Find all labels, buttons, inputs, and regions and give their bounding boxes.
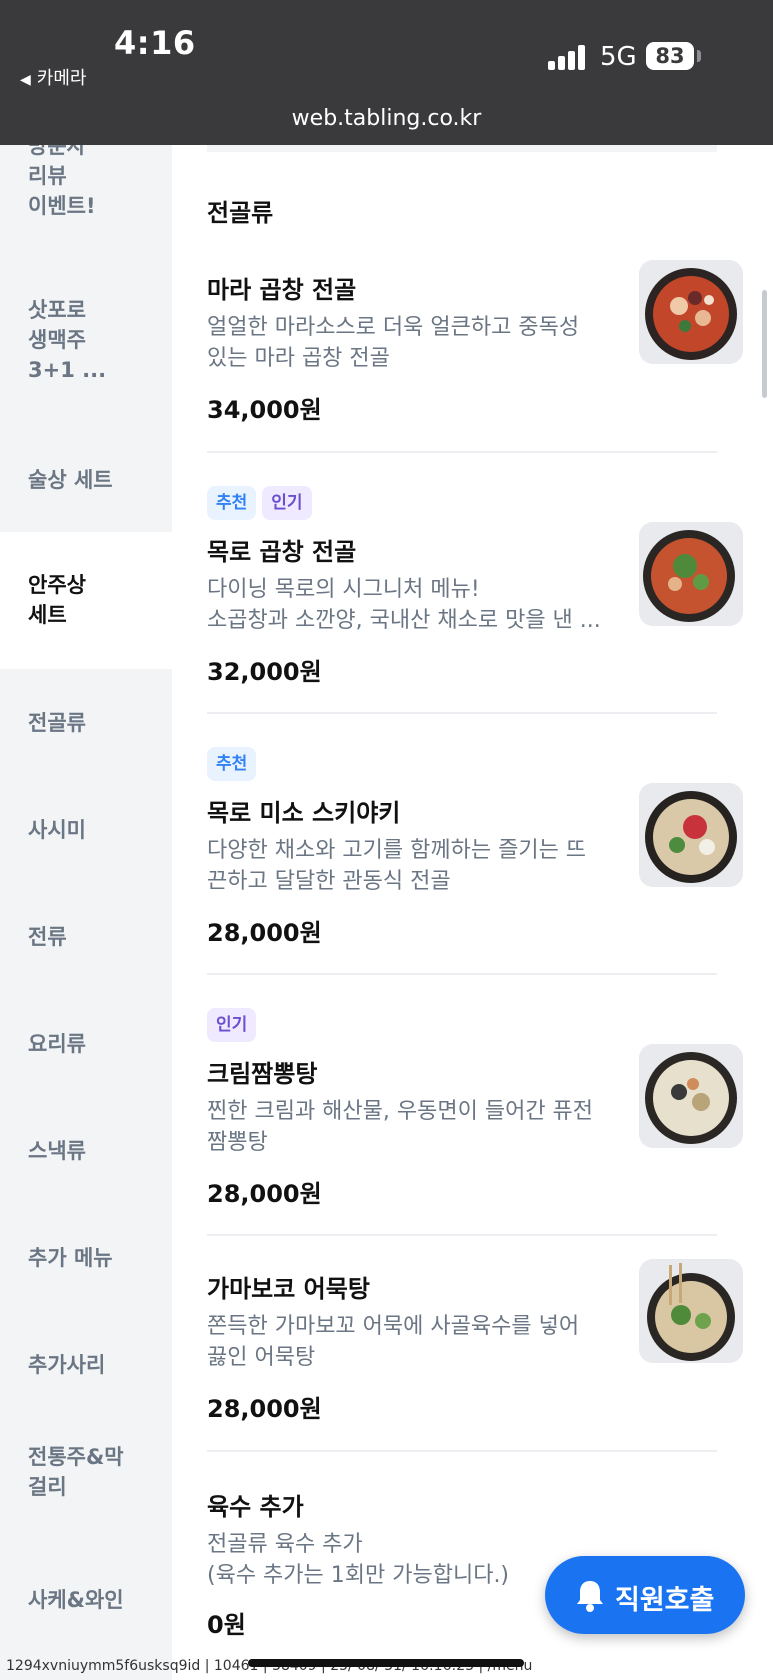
sidebar-item-label: 사시미 xyxy=(28,818,86,842)
status-bar: 4:16 ◀ 카메라 5G 83 web.tabling.co.kr xyxy=(0,0,773,145)
sidebar-item-label: 전골류 xyxy=(28,711,86,735)
sidebar-item-label: 술상 세트 xyxy=(28,468,113,492)
cream-jjamppong-image xyxy=(639,1044,743,1148)
menu-item[interactable]: 인기 크림짬뽕탕 찐한 크림과 해산물, 우동면이 들어간 퓨전 짬뽕탕 28,0… xyxy=(207,1008,743,1208)
battery-tip xyxy=(697,50,701,62)
url-bar[interactable]: web.tabling.co.kr xyxy=(0,106,773,131)
status-time: 4:16 xyxy=(114,24,196,62)
item-divider xyxy=(207,712,717,714)
sidebar-item-label: 세트 xyxy=(28,603,67,627)
sidebar-item-extra-menu[interactable]: 추가 메뉴 xyxy=(0,1243,172,1273)
sidebar-item-label: 추가 메뉴 xyxy=(28,1246,113,1270)
menu-item[interactable]: 마라 곱창 전골 얼얼한 마라소스로 더욱 얼큰하고 중독성 있는 마라 곱창 전… xyxy=(207,260,743,430)
sidebar-item-label: 걸리 xyxy=(28,1475,67,1499)
sidebar-item-label: 전류 xyxy=(28,925,67,949)
sidebar-item-drink-set[interactable]: 술상 세트 xyxy=(0,465,172,505)
sidebar-item-snacks[interactable]: 스낵류 xyxy=(0,1136,172,1166)
menu-item[interactable]: 추천 목로 미소 스키야키 다양한 채소와 고기를 함께하는 즐기는 뜨 끈하고 … xyxy=(207,747,743,947)
sidebar-item-label: 전통주&막 xyxy=(28,1445,124,1469)
sidebar-item-label: 스낵류 xyxy=(28,1139,86,1163)
bell-icon xyxy=(577,1581,603,1612)
menu-item-name: 가마보코 어묵탕 xyxy=(207,1275,370,1303)
badge-group: 추천 xyxy=(207,747,262,781)
network-type: 5G xyxy=(600,42,637,72)
sidebar-item-label: 안주상 xyxy=(28,573,86,597)
item-divider xyxy=(207,1450,717,1452)
mala-gopchang-image xyxy=(639,260,743,364)
signal-icon xyxy=(548,44,588,70)
recommended-badge: 추천 xyxy=(207,486,257,520)
menu-item-description: 찐한 크림과 해산물, 우동면이 들어간 퓨전 짬뽕탕 xyxy=(207,1099,594,1155)
popular-badge: 인기 xyxy=(207,1008,257,1042)
sidebar-item-jeon[interactable]: 전류 xyxy=(0,922,172,952)
badge-group: 인기 xyxy=(207,1008,262,1042)
back-label: 카메라 xyxy=(36,68,87,89)
sidebar-item-label: 생맥주 xyxy=(28,328,86,352)
sidebar-item-traditional-liquor[interactable]: 전통주&막 걸리 xyxy=(0,1442,172,1502)
menu-item[interactable]: 가마보코 어묵탕 쫀득한 가마보꼬 어묵에 사골육수를 넣어 끓인 어묵탕 28,… xyxy=(207,1259,743,1429)
menu-item-name: 크림짬뽕탕 xyxy=(207,1060,318,1088)
menu-item-name: 마라 곱창 전골 xyxy=(207,276,357,304)
menu-item-name: 육수 추가 xyxy=(207,1493,304,1521)
sidebar-item-extra-sari[interactable]: 추가사리 xyxy=(0,1350,172,1380)
menu-item-price: 28,000원 xyxy=(207,1395,322,1423)
menu-item-price: 0원 xyxy=(207,1611,246,1639)
menu-item-price: 32,000원 xyxy=(207,658,322,686)
call-staff-label: 직원호출 xyxy=(615,1585,715,1616)
popular-badge: 인기 xyxy=(262,486,312,520)
badge-group: 추천 인기 xyxy=(207,486,318,520)
sidebar-item-label: 이벤트! xyxy=(28,194,96,218)
category-sidebar: 방문자 리뷰 이벤트! 삿포로 생맥주 3+1 ... 술상 세트 안주상 세트… xyxy=(0,145,172,1680)
menu-item-price: 34,000원 xyxy=(207,396,322,424)
item-divider xyxy=(207,451,717,453)
eomuktang-image xyxy=(639,1259,743,1363)
sidebar-item-dishes[interactable]: 요리류 xyxy=(0,1029,172,1059)
menu-list: 전골류 마라 곱창 전골 얼얼한 마라소스로 더욱 얼큰하고 중독성 있는 마라 … xyxy=(172,145,773,1680)
call-staff-button[interactable]: 직원호출 xyxy=(545,1556,745,1634)
menu-item-description: 다양한 채소와 고기를 함께하는 즐기는 뜨 끈하고 달달한 관동식 전골 xyxy=(207,838,587,894)
menu-item-price: 28,000원 xyxy=(207,919,322,947)
sidebar-item-jeongol[interactable]: 전골류 xyxy=(0,708,172,738)
sidebar-item-sake-wine[interactable]: 사케&와인 xyxy=(0,1585,172,1615)
sidebar-item-label: 3+1 ... xyxy=(28,358,107,382)
recommended-badge: 추천 xyxy=(207,747,257,781)
home-indicator xyxy=(248,1659,524,1667)
scrollbar[interactable] xyxy=(762,290,767,398)
sidebar-item-label: 삿포로 xyxy=(28,298,86,322)
menu-item-name: 목로 미소 스키야키 xyxy=(207,799,401,827)
sidebar-item-anju-set[interactable]: 안주상 세트 xyxy=(0,532,172,669)
back-to-camera-link[interactable]: ◀ 카메라 xyxy=(20,64,86,90)
menu-item-description: 쫀득한 가마보꼬 어묵에 사골육수를 넣어 끓인 어묵탕 xyxy=(207,1314,580,1370)
sidebar-item-label: 요리류 xyxy=(28,1032,86,1056)
menu-item-price: 28,000원 xyxy=(207,1180,322,1208)
section-divider xyxy=(207,145,717,152)
menu-item-name: 목로 곱창 전골 xyxy=(207,538,357,566)
sidebar-item-label: 방문자 xyxy=(28,145,86,158)
menu-item-description: 다이닝 목로의 시그니처 메뉴! 소곱창과 소깐양, 국내산 채소로 맛을 낸 .… xyxy=(207,577,601,633)
sidebar-item-sashimi[interactable]: 사시미 xyxy=(0,815,172,845)
battery-icon: 83 xyxy=(646,42,694,70)
back-arrow-icon: ◀ xyxy=(20,72,31,88)
item-divider xyxy=(207,973,717,975)
menu-item-description: 얼얼한 마라소스로 더욱 얼큰하고 중독성 있는 마라 곱창 전골 xyxy=(207,315,580,371)
sidebar-item-label: 리뷰 xyxy=(28,164,67,188)
sidebar-item-label: 사케&와인 xyxy=(28,1588,124,1612)
sidebar-item-review-event[interactable]: 방문자 리뷰 이벤트! xyxy=(0,145,172,226)
menu-item[interactable]: 추천 인기 목로 곱창 전골 다이닝 목로의 시그니처 메뉴! 소곱창과 소깐양, … xyxy=(207,486,743,686)
sukiyaki-image xyxy=(639,783,743,887)
sidebar-item-label: 추가사리 xyxy=(28,1353,106,1377)
item-divider xyxy=(207,1234,717,1236)
section-title: 전골류 xyxy=(207,199,274,227)
sidebar-item-sapporo[interactable]: 삿포로 생맥주 3+1 ... xyxy=(0,295,172,390)
mokro-gopchang-image xyxy=(639,522,743,626)
